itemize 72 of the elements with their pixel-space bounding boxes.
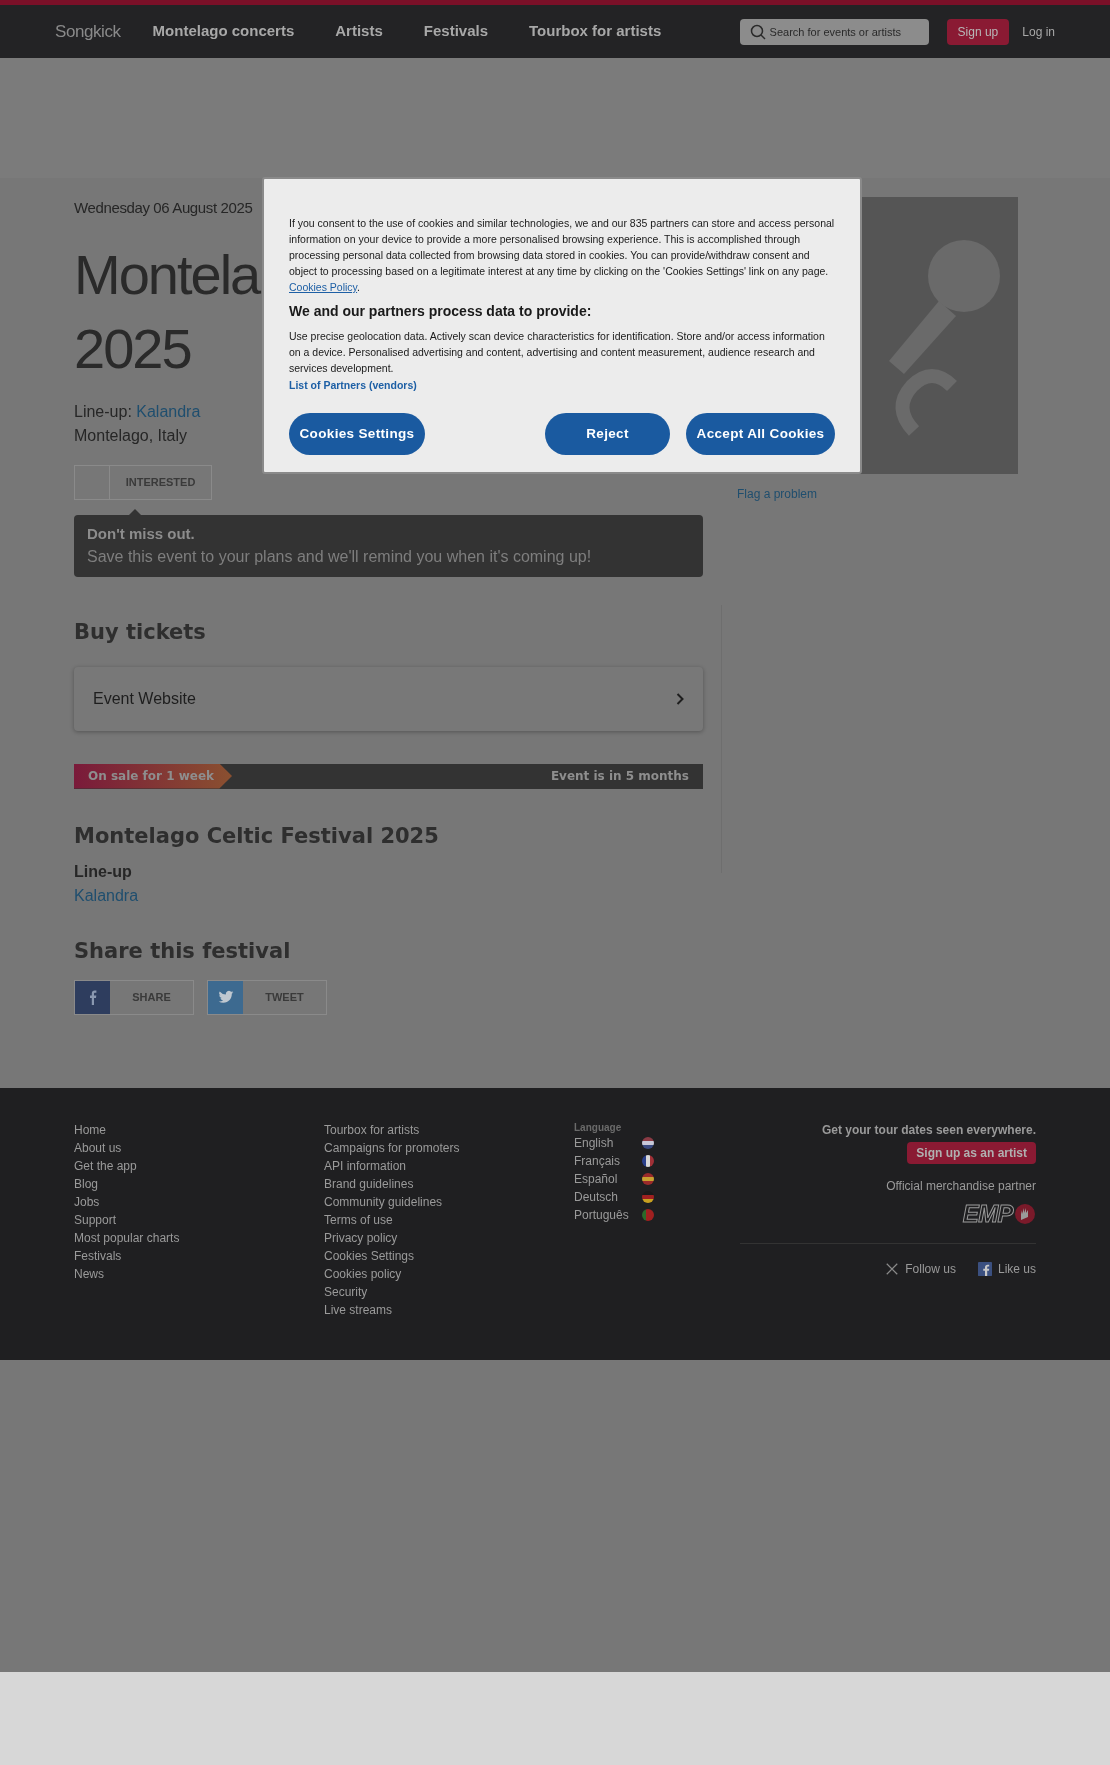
section-heading: Buy tickets bbox=[74, 619, 207, 646]
footer-link[interactable]: Cookies Settings bbox=[324, 1247, 574, 1265]
countdown-text: Event is in 5 months bbox=[550, 768, 690, 785]
accept-cookies-button[interactable]: Accept All Cookies bbox=[686, 412, 835, 455]
footer-link[interactable]: Jobs bbox=[74, 1193, 324, 1211]
lineup-heading: Line-up bbox=[74, 862, 133, 882]
footer-link[interactable]: Blog bbox=[74, 1175, 324, 1193]
footer-link[interactable]: Cookies policy bbox=[324, 1265, 574, 1283]
event-title: Montela 2025 bbox=[74, 241, 262, 382]
logo[interactable]: Songkick bbox=[55, 18, 121, 45]
facebook-icon bbox=[88, 989, 97, 1005]
cookie-heading: We and our partners process data to provide: bbox=[289, 302, 593, 321]
x-icon bbox=[885, 1262, 900, 1276]
cookie-intro-text: If you consent to the use of cookies and similar technologies, we and our 835 partners can store and access personal information on your device to provide a more personalised browsing experience. This is accomplished through processing personal data collected from browsing data stored in cookies. You can provide/withdraw consent and object to processing based on a legitimate interest at any time by clicking on the 'Cookies Settings' link on any page. Cookies Policy. bbox=[289, 216, 835, 295]
tooltip-title: Don't miss out. bbox=[87, 523, 196, 544]
event-date: Wednesday 06 August 2025 bbox=[74, 198, 253, 218]
footer-link[interactable]: Campaigns for promoters bbox=[324, 1139, 574, 1157]
merch-partner-label: Official merchandise partner bbox=[886, 1178, 1036, 1195]
footer-link[interactable]: Festivals bbox=[74, 1247, 324, 1265]
footer-link[interactable]: Community guidelines bbox=[324, 1193, 574, 1211]
footer-link[interactable]: Tourbox for artists bbox=[324, 1121, 574, 1139]
language-link[interactable]: English bbox=[574, 1134, 636, 1152]
sign-up-button[interactable]: Sign up bbox=[946, 18, 1010, 45]
ticket-vendor-card[interactable]: Event Website bbox=[74, 666, 703, 731]
event-location: Montelago, Italy bbox=[74, 425, 187, 446]
footer-link[interactable]: Live streams bbox=[324, 1301, 574, 1319]
reject-button[interactable]: Reject bbox=[545, 412, 670, 455]
search-field[interactable]: Search for events or artists bbox=[739, 18, 929, 45]
language-link[interactable]: Français bbox=[574, 1152, 636, 1170]
language-link[interactable]: Português bbox=[574, 1206, 636, 1224]
hand-icon bbox=[1014, 1203, 1036, 1225]
facebook-icon bbox=[977, 1262, 992, 1276]
language-link[interactable]: Español bbox=[574, 1170, 636, 1188]
tooltip-text: Save this event to your plans and we'll remind you when it's coming up! bbox=[87, 547, 593, 567]
partners-link[interactable]: List of Partners (vendors) bbox=[289, 378, 835, 394]
flag-icon bbox=[642, 1173, 654, 1185]
festival-title: Montelago Celtic Festival 2025 bbox=[74, 822, 440, 850]
footer-link[interactable]: Security bbox=[324, 1283, 574, 1301]
flag-icon bbox=[642, 1155, 654, 1167]
cookie-purposes-text: Use precise geolocation data. Actively scan device characteristics for identification. Store and/or access information on a device. Personalised advertising and content, advertising and content measurement, audience research and services development. bbox=[289, 329, 826, 376]
language-label: Language bbox=[574, 1121, 623, 1134]
like-link[interactable]: Like us bbox=[977, 1260, 1036, 1278]
bird-icon bbox=[217, 989, 234, 1005]
cookies-settings-button[interactable]: Cookies Settings bbox=[289, 412, 425, 455]
footer-link[interactable]: About us bbox=[74, 1139, 324, 1157]
footer-link[interactable]: Support bbox=[74, 1211, 324, 1229]
footer-link[interactable]: Privacy policy bbox=[324, 1229, 574, 1247]
footer-link[interactable]: News bbox=[74, 1265, 324, 1283]
log-in-link[interactable]: Log in bbox=[1022, 22, 1055, 41]
chevron-right-icon bbox=[676, 692, 684, 705]
follow-link[interactable]: Follow us bbox=[885, 1260, 956, 1278]
nav-link[interactable]: Montelago concerts bbox=[152, 20, 295, 43]
language-link[interactable]: Deutsch bbox=[574, 1188, 636, 1206]
footer-link[interactable]: Terms of use bbox=[324, 1211, 574, 1229]
on-sale-badge: On sale for 1 week bbox=[74, 763, 233, 789]
footer-link[interactable]: Most popular charts bbox=[74, 1229, 324, 1247]
nav-link[interactable]: Tourbox for artists bbox=[529, 20, 662, 43]
flag-icon bbox=[642, 1137, 654, 1149]
flag-icon bbox=[642, 1191, 654, 1203]
footer-link[interactable]: Brand guidelines bbox=[324, 1175, 574, 1193]
section-heading: Share this festival bbox=[74, 938, 292, 965]
nav-link[interactable]: Festivals bbox=[423, 20, 488, 43]
nav-link[interactable]: Artists bbox=[335, 20, 383, 43]
flag-icon bbox=[642, 1209, 654, 1221]
footer-link[interactable]: Get the app bbox=[74, 1157, 324, 1175]
search-icon bbox=[749, 23, 766, 40]
footer-link[interactable]: API information bbox=[324, 1157, 574, 1175]
merch-logo[interactable]: EMP bbox=[962, 1201, 1013, 1227]
artist-signup-button[interactable]: Sign up as an artist bbox=[907, 1142, 1036, 1164]
lineup-label: Line-up: bbox=[74, 402, 132, 420]
artist-promo-text: Get your tour dates seen everywhere. bbox=[821, 1122, 1036, 1139]
footer-link[interactable]: Home bbox=[74, 1121, 324, 1139]
